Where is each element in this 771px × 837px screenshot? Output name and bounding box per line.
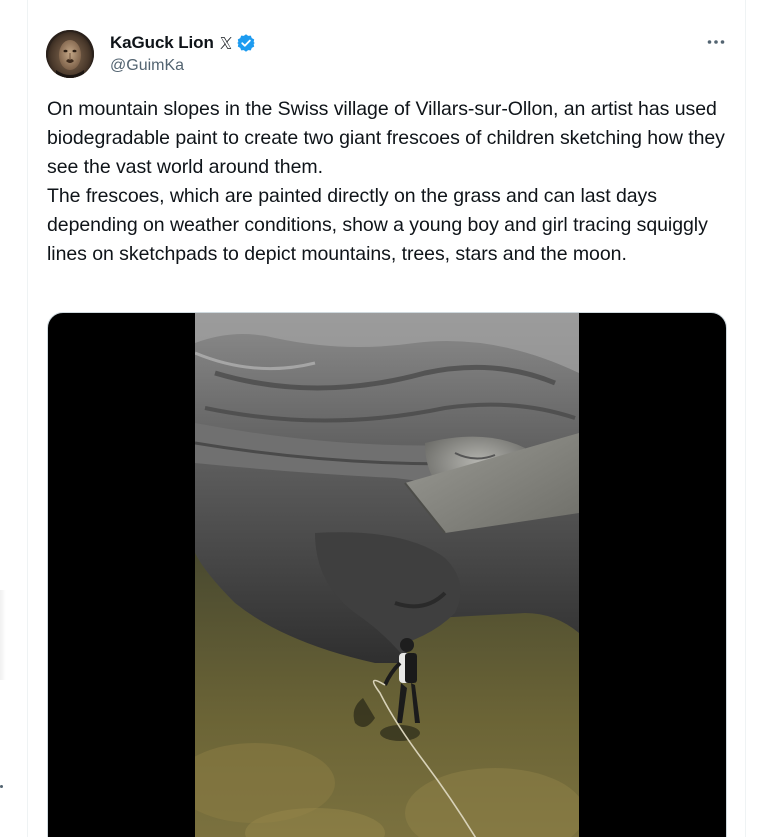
tweet-page: KaGuck Lion @GuimKa On mountain slopes i… xyxy=(0,0,771,837)
side-panel-shadow xyxy=(0,590,6,680)
video-frame[interactable] xyxy=(195,313,579,837)
tweet-media-video[interactable] xyxy=(47,312,727,837)
more-options-button[interactable] xyxy=(699,28,733,56)
tweet-text: On mountain slopes in the Swiss village … xyxy=(47,95,735,269)
fresco-video-image xyxy=(195,313,579,837)
verified-badge-icon[interactable] xyxy=(236,33,256,53)
author-handle[interactable]: @GuimKa xyxy=(110,57,184,75)
edge-dot xyxy=(0,785,3,788)
tweet-paragraph: The frescoes, which are painted directly… xyxy=(47,185,708,265)
avatar[interactable] xyxy=(46,30,94,78)
tweet-paragraph: On mountain slopes in the Swiss village … xyxy=(47,98,725,178)
author-display-name[interactable]: KaGuck Lion xyxy=(110,33,214,53)
more-dots-icon xyxy=(707,40,725,44)
author-name-row[interactable]: KaGuck Lion xyxy=(110,31,256,55)
lion-avatar-icon xyxy=(46,30,94,78)
column-border-left xyxy=(27,0,28,837)
x-logo-icon xyxy=(219,36,233,50)
column-border-right xyxy=(745,0,746,837)
